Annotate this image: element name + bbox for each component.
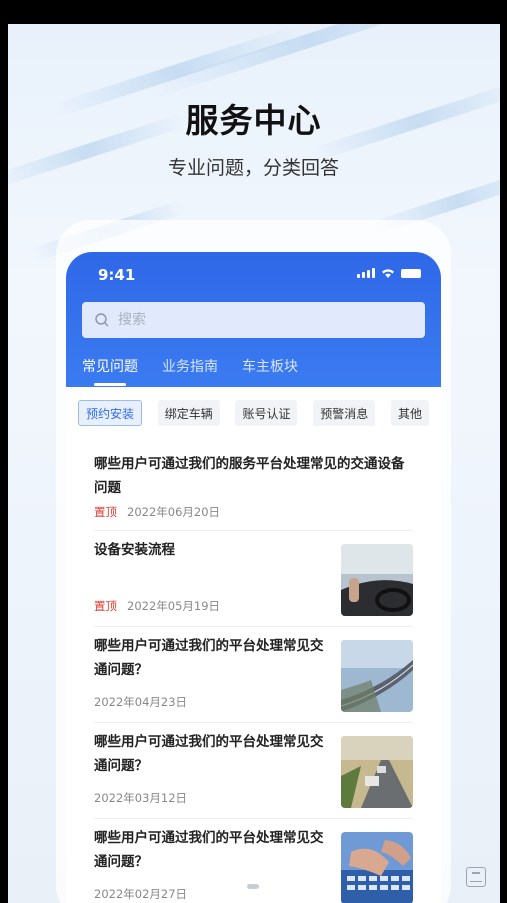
list-item[interactable]: 哪些用户可通过我们的平台处理常见交通问题？ 2022年02月27日 <box>94 826 413 903</box>
trucks-road-thumbnail <box>341 736 413 808</box>
item-date: 2022年04月23日 <box>94 695 188 709</box>
battery-icon <box>401 269 421 278</box>
page-title: 服务中心 <box>185 101 322 140</box>
page-subtitle: 专业问题，分类回答 <box>167 157 339 179</box>
chip-other[interactable]: 其他 <box>390 400 429 426</box>
item-meta: 置顶 2022年06月20日 <box>94 504 413 520</box>
keyboard-typing-thumbnail <box>341 832 413 903</box>
list-item[interactable]: 哪些用户可通过我们的平台处理常见交通问题？ 2022年03月12日 <box>94 730 413 819</box>
phone-header: 9:41 常见问题 业务指南 车主板块 <box>66 252 441 387</box>
item-meta: 置顶 2022年05月19日 <box>94 598 220 614</box>
chip-bind-vehicle[interactable]: 绑定车辆 <box>157 400 220 426</box>
list-item[interactable]: 哪些用户可通过我们的平台处理常见交通问题？ 2022年04月23日 <box>94 634 413 723</box>
item-title: 哪些用户可通过我们的平台处理常见交通问题？ <box>94 830 324 870</box>
item-date: 2022年05月19日 <box>127 599 221 613</box>
item-date: 2022年02月27日 <box>94 887 188 901</box>
faq-list: 哪些用户可通过我们的服务平台处理常见的交通设备问题 置顶 2022年06月20日… <box>78 440 429 903</box>
list-item[interactable]: 哪些用户可通过我们的服务平台处理常见的交通设备问题 置顶 2022年06月20日 <box>94 452 413 531</box>
item-meta: 2022年03月12日 <box>94 790 187 806</box>
search-icon <box>95 313 109 327</box>
home-indicator <box>247 884 259 889</box>
list-item[interactable]: 设备安装流程 置顶 2022年05月19日 <box>94 538 413 627</box>
item-date: 2022年06月20日 <box>127 505 221 519</box>
search-bar[interactable] <box>82 302 425 338</box>
highway-thumbnail <box>341 640 413 712</box>
pinned-badge: 置顶 <box>94 505 117 519</box>
item-title: 哪些用户可通过我们的服务平台处理常见的交通设备问题 <box>94 456 405 496</box>
phone-screen: 9:41 常见问题 业务指南 车主板块 <box>66 252 441 903</box>
chip-account-verify[interactable]: 账号认证 <box>235 400 298 426</box>
tab-business-guide[interactable]: 业务指南 <box>162 356 218 386</box>
status-time: 9:41 <box>98 266 136 284</box>
category-chips: 预约安装 绑定车辆 账号认证 预警消息 其他 <box>78 400 429 426</box>
floating-note-icon[interactable] <box>466 867 486 887</box>
signal-icon <box>357 268 375 278</box>
top-black-bar <box>0 0 507 24</box>
item-title: 哪些用户可通过我们的平台处理常见交通问题？ <box>94 638 324 678</box>
chip-warning-messages[interactable]: 预警消息 <box>313 400 376 426</box>
wifi-icon <box>381 268 395 278</box>
app-screen: 服务中心 专业问题，分类回答 9:41 搜索 常见问题 业务指南 车主板块 预约… <box>0 0 507 903</box>
search-input[interactable] <box>116 311 400 329</box>
chip-appointment-install[interactable]: 预约安装 <box>78 400 143 426</box>
pinned-badge: 置顶 <box>94 599 117 613</box>
status-icons <box>357 268 421 278</box>
item-title: 哪些用户可通过我们的平台处理常见交通问题？ <box>94 734 324 774</box>
tab-faq[interactable]: 常见问题 <box>82 356 138 386</box>
item-meta: 2022年02月27日 <box>94 886 187 902</box>
driving-car-thumbnail <box>341 544 413 616</box>
tab-owner-section[interactable]: 车主板块 <box>242 356 298 386</box>
item-title: 设备安装流程 <box>94 542 175 558</box>
item-date: 2022年03月12日 <box>94 791 188 805</box>
item-meta: 2022年04月23日 <box>94 694 187 710</box>
tab-bar: 常见问题 业务指南 车主板块 <box>82 356 298 386</box>
